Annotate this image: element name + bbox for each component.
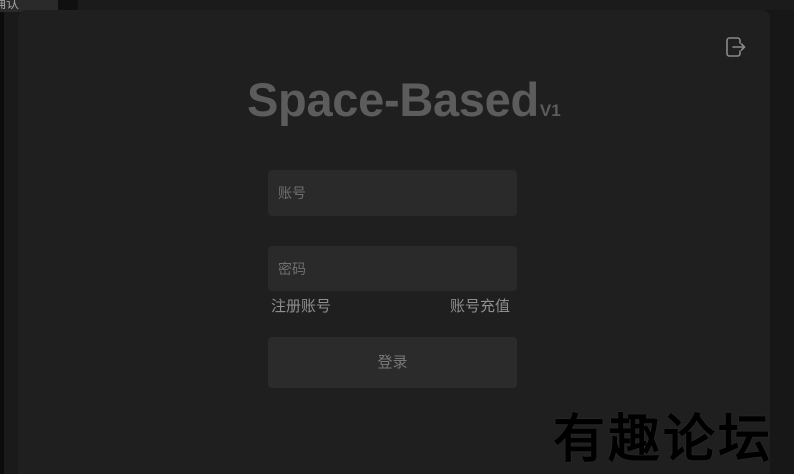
top-strip (78, 0, 794, 10)
password-input[interactable] (268, 246, 517, 291)
exit-button[interactable] (723, 35, 747, 59)
forum-watermark: 有趣论坛 (553, 409, 774, 470)
app-title: Space-Based (247, 73, 539, 126)
login-dialog: Space-BasedV1 注册账号 账号充值 登录 (18, 10, 770, 474)
window-right-strip (770, 10, 794, 474)
account-input[interactable] (268, 170, 517, 216)
confirm-label: 确认 (0, 0, 20, 11)
recharge-account-link[interactable]: 账号充值 (450, 298, 510, 316)
app-title-block: Space-BasedV1 (247, 76, 561, 135)
login-button[interactable]: 登录 (268, 337, 517, 388)
register-account-link[interactable]: 注册账号 (271, 298, 331, 316)
app-version: V1 (539, 101, 561, 120)
logout-icon (726, 37, 746, 57)
window-left-strip (4, 12, 18, 474)
